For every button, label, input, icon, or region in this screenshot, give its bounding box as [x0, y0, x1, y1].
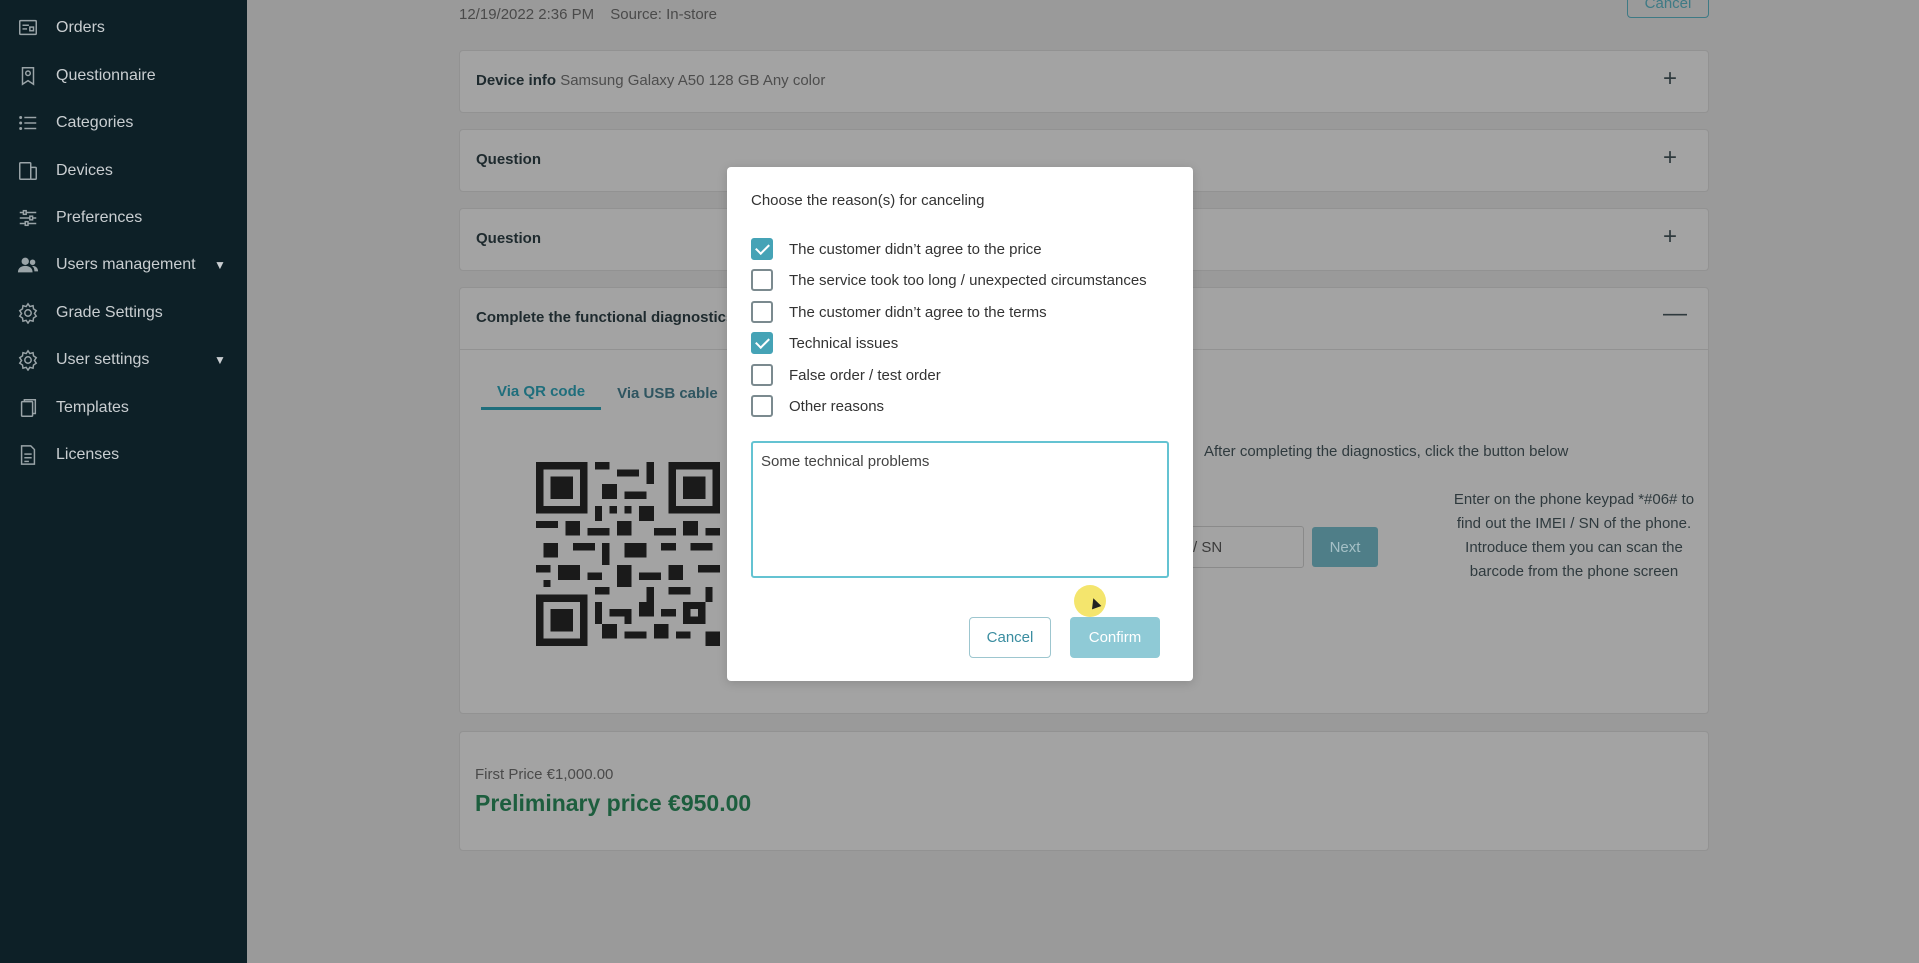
sliders-icon [16, 206, 40, 230]
reason-label: The customer didn’t agree to the terms [789, 303, 1047, 321]
sidebar-item-label: Orders [56, 19, 105, 36]
sidebar-item-licenses[interactable]: Licenses [0, 435, 247, 475]
reason-checkbox[interactable] [751, 364, 773, 386]
expand-icon[interactable]: + [1663, 65, 1677, 93]
sidebar-item-devices[interactable]: Devices [0, 151, 247, 191]
diagnostics-title: Complete the functional diagnostics [476, 309, 735, 326]
device-info-value: Samsung Galaxy A50 128 GB Any color [560, 72, 826, 89]
sidebar-item-templates[interactable]: Templates [0, 388, 247, 428]
cancel-comment-textarea[interactable]: Some technical problems [751, 441, 1169, 578]
sidebar-item-questionnaire[interactable]: Questionnaire [0, 56, 247, 96]
gear-icon [16, 301, 40, 325]
next-button[interactable]: Next [1312, 527, 1378, 567]
sidebar-item-label: Categories [56, 114, 134, 131]
reason-price[interactable]: The customer didn’t agree to the price [751, 238, 1042, 260]
diagnostics-tabs: Via QR code Via USB cable [481, 376, 734, 410]
diagnostics-note: After completing the diagnostics, click … [1204, 443, 1569, 460]
imei-input[interactable]: / SN [1180, 526, 1304, 568]
sidebar-item-label: Grade Settings [56, 304, 163, 321]
sidebar-item-orders[interactable]: Orders [0, 8, 247, 48]
sidebar-item-grade-settings[interactable]: Grade Settings [0, 293, 247, 333]
sidebar-item-preferences[interactable]: Preferences [0, 198, 247, 238]
templates-icon [16, 396, 40, 420]
document-icon [16, 443, 40, 467]
order-meta: 12/19/2022 2:36 PM Source: In-store [459, 6, 729, 23]
device-info-card[interactable]: Device info Samsung Galaxy A50 128 GB An… [459, 50, 1709, 113]
reason-label: The customer didn’t agree to the price [789, 240, 1042, 258]
orders-icon [16, 16, 40, 40]
sidebar-item-label: Preferences [56, 209, 143, 226]
sidebar: Orders Questionnaire Categories Devices … [0, 0, 247, 963]
questionnaire-icon [16, 64, 40, 88]
reason-label: Technical issues [789, 334, 899, 352]
question-title: Question [476, 151, 542, 168]
sidebar-item-label: Questionnaire [56, 67, 156, 84]
gear-icon [16, 348, 40, 372]
reason-false-order[interactable]: False order / test order [751, 364, 941, 386]
reason-checkbox[interactable] [751, 395, 773, 417]
devices-icon [16, 159, 40, 183]
expand-icon[interactable]: + [1663, 144, 1677, 172]
sidebar-item-label: Devices [56, 162, 113, 179]
order-source: Source: In-store [610, 6, 717, 23]
modal-confirm-button[interactable]: Confirm [1070, 617, 1160, 658]
modal-title: Choose the reason(s) for canceling [751, 192, 985, 209]
reason-checkbox[interactable] [751, 301, 773, 323]
sidebar-item-user-settings[interactable]: User settings ▼ [0, 340, 247, 380]
sidebar-item-label: Licenses [56, 446, 120, 463]
chevron-down-icon[interactable]: ▼ [214, 258, 226, 272]
reason-label: The service took too long / unexpected c… [789, 271, 1147, 289]
sidebar-item-label: User settings [56, 351, 150, 368]
device-info-label: Device info [476, 72, 557, 89]
preliminary-price: Preliminary price €950.00 [475, 790, 752, 816]
question-title: Question [476, 230, 542, 247]
reason-service-too-long[interactable]: The service took too long / unexpected c… [751, 269, 1147, 291]
qr-code-image [536, 462, 720, 646]
modal-cancel-button[interactable]: Cancel [969, 617, 1051, 658]
reason-terms[interactable]: The customer didn’t agree to the terms [751, 301, 1047, 323]
order-datetime: 12/19/2022 2:36 PM [459, 6, 595, 23]
reason-checkbox[interactable] [751, 238, 773, 260]
collapse-icon[interactable]: — [1663, 300, 1687, 328]
tab-qr-code[interactable]: Via QR code [481, 376, 602, 410]
imei-help-text: Enter on the phone keypad *#06# to find … [1453, 491, 1695, 580]
reason-technical-issues[interactable]: Technical issues [751, 332, 898, 354]
expand-icon[interactable]: + [1663, 223, 1677, 251]
reason-label: Other reasons [789, 397, 885, 415]
tab-usb-cable[interactable]: Via USB cable [601, 376, 734, 410]
list-icon [16, 111, 40, 135]
sidebar-item-label: Templates [56, 399, 129, 416]
chevron-down-icon[interactable]: ▼ [214, 353, 226, 367]
sidebar-item-label: Users management [56, 256, 196, 273]
first-price: First Price €1,000.00 [475, 766, 614, 783]
reason-checkbox[interactable] [751, 269, 773, 291]
cancel-reasons-modal: Choose the reason(s) for canceling The c… [727, 167, 1193, 681]
sidebar-item-users-management[interactable]: Users management ▼ [0, 245, 247, 285]
reason-label: False order / test order [789, 366, 941, 384]
users-icon [16, 253, 40, 277]
reason-checkbox[interactable] [751, 332, 773, 354]
sidebar-item-categories[interactable]: Categories [0, 103, 247, 143]
reason-other[interactable]: Other reasons [751, 395, 884, 417]
cancel-order-button[interactable]: Cancel [1627, 0, 1709, 18]
